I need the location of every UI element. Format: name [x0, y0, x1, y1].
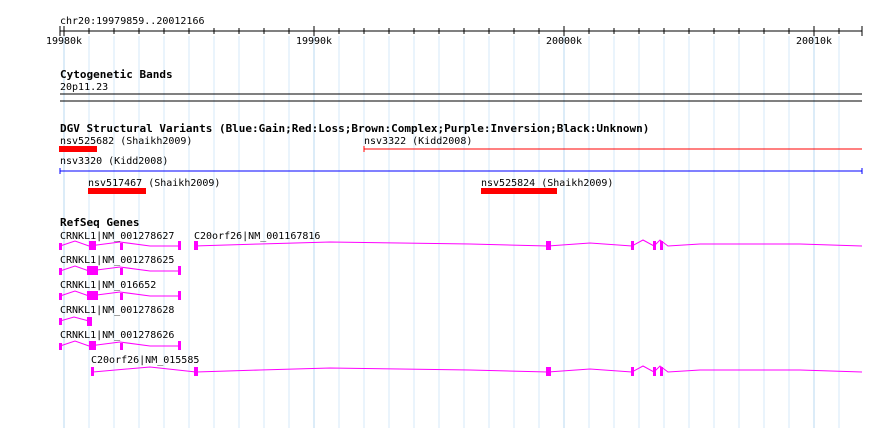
gene-label: CRNKL1|NM_001278625: [60, 255, 174, 266]
gene-exon[interactable]: [120, 343, 123, 350]
gene-exon[interactable]: [178, 341, 181, 350]
region-label: chr20:19979859..20012166: [60, 16, 205, 27]
gene-exon[interactable]: [660, 367, 663, 376]
gene-exon[interactable]: [59, 268, 62, 275]
gene-exon[interactable]: [194, 241, 198, 250]
gene-intron-line: [92, 365, 863, 373]
gene-exon[interactable]: [120, 293, 123, 300]
variant-label: nsv525682 (Shaikh2009): [60, 136, 192, 147]
gene-exon[interactable]: [87, 317, 92, 326]
variant-label: nsv525824 (Shaikh2009): [481, 178, 613, 189]
ruler-tick-label: 20010k: [796, 36, 832, 47]
gene-exon[interactable]: [631, 241, 634, 250]
variant-label: nsv517467 (Shaikh2009): [88, 178, 220, 189]
gene-exon[interactable]: [87, 291, 98, 300]
variant-label: nsv3322 (Kidd2008): [364, 136, 472, 147]
gene-exon[interactable]: [91, 367, 94, 376]
gene-label: CRNKL1|NM_016652: [60, 280, 156, 291]
gene-label: CRNKL1|NM_001278626: [60, 330, 174, 341]
variant-loss-bar[interactable]: [481, 188, 557, 194]
gene-exon[interactable]: [546, 367, 551, 376]
gene-exon[interactable]: [120, 268, 123, 275]
refseq-track-title: RefSeq Genes: [60, 216, 139, 229]
gene-exon[interactable]: [178, 266, 181, 275]
ruler-tick-label: 19990k: [296, 36, 332, 47]
grid-lines: [63, 36, 840, 428]
dgv-track-title: DGV Structural Variants (Blue:Gain;Red:L…: [60, 122, 649, 135]
gene-label: C20orf26|NM_015585: [91, 355, 199, 366]
gene-exon[interactable]: [653, 367, 656, 376]
gene-exon[interactable]: [59, 293, 62, 300]
gene-exon[interactable]: [59, 343, 62, 350]
gene-exon[interactable]: [178, 241, 181, 250]
gene-exon[interactable]: [178, 291, 181, 300]
genome-browser: chr20:19979859..20012166 19980k 19990k 200…: [0, 0, 890, 428]
variant-loss-bar[interactable]: [59, 146, 97, 152]
ruler-ticks: 19980k 19990k 20000k 20010k: [46, 26, 840, 47]
gene-exon[interactable]: [631, 367, 634, 376]
gene-exon[interactable]: [59, 243, 62, 250]
gene-label: CRNKL1|NM_001278627: [60, 231, 174, 242]
gene-exon[interactable]: [120, 243, 123, 250]
gene-exon[interactable]: [59, 318, 62, 325]
gene-exon[interactable]: [546, 241, 551, 250]
gene-exon[interactable]: [89, 341, 96, 350]
cytoband-label: 20p11.23: [60, 82, 108, 93]
gene-exon[interactable]: [660, 241, 663, 250]
gene-label: C20orf26|NM_001167816: [194, 231, 320, 242]
gene-exon[interactable]: [87, 266, 98, 275]
ruler-tick-label: 20000k: [546, 36, 582, 47]
variant-label: nsv3320 (Kidd2008): [60, 156, 168, 167]
ruler-tick-label: 19980k: [46, 36, 82, 47]
genome-view[interactable]: chr20:19979859..20012166 19980k 19990k 200…: [0, 0, 890, 428]
variant-loss-bar[interactable]: [88, 188, 146, 194]
gene-label: CRNKL1|NM_001278628: [60, 305, 174, 316]
gene-exon[interactable]: [89, 241, 96, 250]
cytoband-track-title: Cytogenetic Bands: [60, 68, 173, 81]
gene-exon[interactable]: [194, 367, 198, 376]
gene-exon[interactable]: [653, 241, 656, 250]
